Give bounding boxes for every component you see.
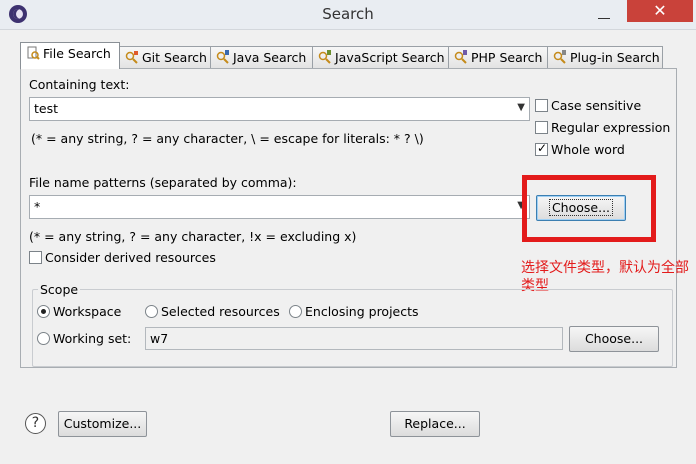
chevron-down-icon[interactable]: ▼ xyxy=(517,102,525,113)
containing-text-value: test xyxy=(34,101,59,116)
tab-file-search[interactable]: File Search xyxy=(20,42,120,69)
replace-button[interactable]: Replace... xyxy=(390,411,480,437)
javascript-search-icon xyxy=(318,50,331,64)
help-icon[interactable]: ? xyxy=(25,413,46,434)
file-name-patterns-hint: (* = any string, ? = any character, !x =… xyxy=(29,229,357,244)
enclosing-projects-label: Enclosing projects xyxy=(305,304,419,319)
customize-button[interactable]: Customize... xyxy=(58,411,147,437)
close-button[interactable]: ✕ xyxy=(627,0,693,22)
minimize-button[interactable] xyxy=(598,7,610,19)
regular-expression-label: Regular expression xyxy=(551,120,671,135)
containing-text-hint: (* = any string, ? = any character, \ = … xyxy=(31,131,424,146)
tab-php-search[interactable]: PHP Search xyxy=(448,46,548,68)
regular-expression-checkbox[interactable] xyxy=(535,121,548,134)
tab-plugin-search[interactable]: Plug-in Search xyxy=(547,46,663,68)
file-search-icon xyxy=(27,46,40,60)
enclosing-projects-radio[interactable] xyxy=(289,305,302,318)
whole-word-label: Whole word xyxy=(551,142,625,157)
file-name-patterns-value: * xyxy=(34,199,41,214)
workspace-label: Workspace xyxy=(53,304,122,319)
case-sensitive-label: Case sensitive xyxy=(551,98,642,113)
scope-legend: Scope xyxy=(38,282,81,297)
tab-javascript-search[interactable]: JavaScript Search xyxy=(312,46,449,68)
plugin-search-icon xyxy=(553,50,566,64)
window-title: Search xyxy=(322,5,374,23)
java-search-icon xyxy=(216,50,229,64)
containing-text-combo[interactable]: test ▼ xyxy=(29,97,530,121)
file-name-patterns-combo[interactable]: * ▼ xyxy=(29,195,530,219)
tab-java-search[interactable]: Java Search xyxy=(210,46,313,68)
selected-resources-label: Selected resources xyxy=(161,304,280,319)
consider-derived-label: Consider derived resources xyxy=(45,250,216,265)
whole-word-checkbox[interactable] xyxy=(535,141,548,156)
choose-working-set-button[interactable]: Choose... xyxy=(569,326,659,352)
workspace-radio[interactable] xyxy=(37,305,50,318)
title-bar: Search ✕ xyxy=(0,0,696,30)
case-sensitive-checkbox[interactable] xyxy=(535,99,548,112)
working-set-field[interactable]: w7 xyxy=(145,327,563,350)
working-set-label: Working set: xyxy=(53,331,132,346)
php-search-icon xyxy=(454,50,467,64)
annotation-highlight-box xyxy=(522,175,656,242)
working-set-radio[interactable] xyxy=(37,332,50,345)
containing-text-label: Containing text: xyxy=(29,77,130,92)
tab-git-search[interactable]: Git Search xyxy=(119,46,211,68)
close-icon: ✕ xyxy=(653,1,667,20)
consider-derived-checkbox[interactable] xyxy=(29,251,42,264)
selected-resources-radio[interactable] xyxy=(145,305,158,318)
file-name-patterns-label: File name patterns (separated by comma): xyxy=(29,175,297,190)
git-search-icon xyxy=(125,51,138,64)
